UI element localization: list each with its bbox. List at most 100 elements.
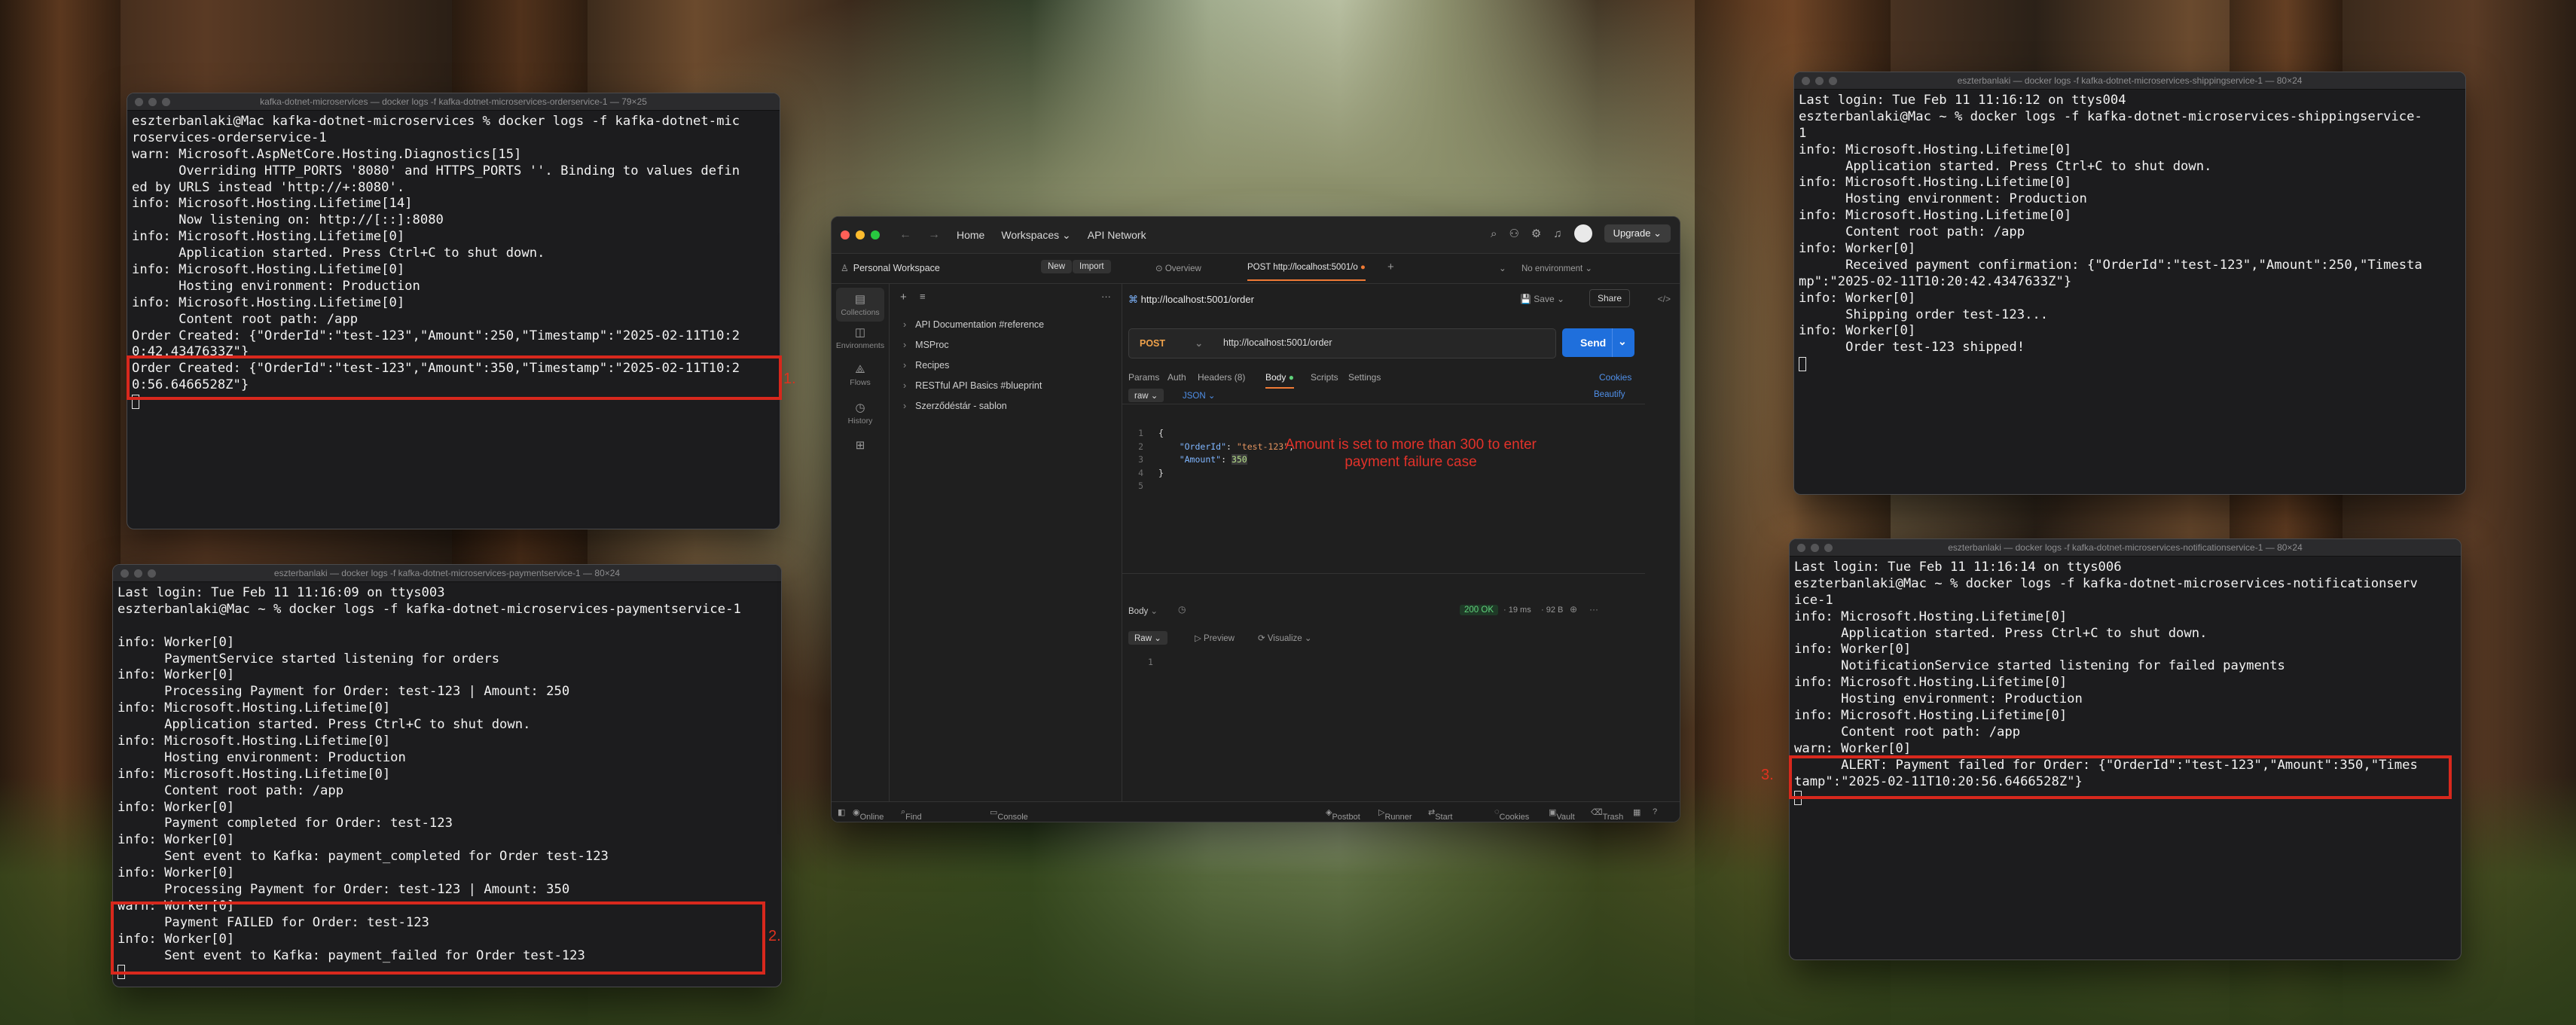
forward-icon[interactable]: →: [928, 228, 940, 242]
filter-icon[interactable]: ≡: [920, 291, 926, 302]
find-replace-button[interactable]: ⌕ Find and replace: [901, 807, 922, 822]
collection-item[interactable]: › API Documentation #reference: [903, 319, 1044, 330]
status-online[interactable]: ◉ Online: [853, 807, 884, 822]
terminal-title-bar[interactable]: eszterbanlaki — docker logs -f kafka-dot…: [1794, 72, 2465, 90]
terminal-title-bar[interactable]: eszterbanlaki — docker logs -f kafka-dot…: [1790, 539, 2461, 557]
tabs-dropdown-icon[interactable]: ⌄: [1499, 263, 1506, 273]
window-controls[interactable]: [121, 569, 156, 578]
rail-history[interactable]: ◷ History: [832, 401, 889, 426]
terminal-line: info: Microsoft.Hosting.Lifetime[0]: [132, 262, 405, 278]
preview-button[interactable]: ▷ Preview: [1195, 633, 1235, 643]
tab-request[interactable]: POST http://localhost:5001/o ●: [1247, 263, 1366, 281]
collections-tree: + ≡ ··· › API Documentation #reference › M…: [890, 283, 1122, 802]
terminal-line: info: Microsoft.Hosting.Lifetime[0]: [118, 734, 391, 749]
send-button[interactable]: Send ⌄: [1562, 328, 1634, 357]
raw-view-selector[interactable]: Raw ⌄: [1128, 631, 1167, 645]
proxy-button[interactable]: ⇄ Start Proxy: [1428, 807, 1452, 822]
terminal-line: Received payment confirmation: {"OrderId…: [1799, 257, 2422, 273]
body-mode-selector[interactable]: raw ⌄: [1128, 389, 1164, 402]
cookies-button[interactable]: ◌ Cookies: [1494, 807, 1529, 822]
tab-params[interactable]: Params: [1128, 372, 1159, 383]
postman-top-bar: ← → Home Workspaces ⌄ API Network ⌕ ⚇ ⚙ …: [832, 217, 1680, 254]
terminal-notification-service[interactable]: eszterbanlaki — docker logs -f kafka-dot…: [1789, 538, 2462, 960]
collection-item[interactable]: › RESTful API Basics #blueprint: [903, 380, 1042, 391]
window-controls[interactable]: [1797, 544, 1833, 552]
search-icon[interactable]: ⌕: [1491, 227, 1497, 240]
rail-environments[interactable]: ◫ Environments: [832, 325, 889, 350]
settings-icon[interactable]: ⚙: [1531, 227, 1541, 240]
method-selector[interactable]: POST ⌄: [1140, 337, 1203, 349]
rail-flows[interactable]: ⟁ Flows: [832, 363, 889, 387]
nav-workspaces[interactable]: Workspaces ⌄: [1001, 229, 1070, 242]
share-button[interactable]: Share: [1589, 289, 1631, 307]
tab-body[interactable]: Body ●: [1265, 372, 1294, 389]
tab-headers[interactable]: Headers (8): [1198, 372, 1245, 383]
notifications-icon[interactable]: ♫: [1553, 227, 1561, 240]
new-button[interactable]: New: [1041, 260, 1073, 273]
response-body-label[interactable]: Body ⌄: [1128, 606, 1158, 616]
nav-api-network[interactable]: API Network: [1088, 229, 1146, 241]
terminal-line: info: Microsoft.Hosting.Lifetime[14]: [132, 196, 413, 212]
terminal-line: info: Worker[0]: [1794, 642, 1912, 657]
terminal-line: info: Worker[0]: [118, 865, 235, 881]
sidebar-toggle-icon[interactable]: ◧: [838, 807, 845, 817]
body-language-selector[interactable]: JSON ⌄: [1183, 390, 1216, 401]
terminal-line: warn: Microsoft.AspNetCore.Hosting.Diagn…: [132, 146, 522, 162]
window-controls[interactable]: [135, 98, 170, 106]
avatar[interactable]: [1573, 224, 1592, 243]
terminal-order-service[interactable]: kafka-dotnet-microservices — docker logs…: [127, 93, 780, 529]
save-button[interactable]: 💾 Save ⌄: [1520, 294, 1564, 304]
rail-collections[interactable]: ▤ Collections: [836, 288, 884, 322]
tab-scripts[interactable]: Scripts: [1311, 372, 1338, 383]
more-icon[interactable]: ···: [1589, 604, 1598, 615]
postman-window[interactable]: ← → Home Workspaces ⌄ API Network ⌕ ⚇ ⚙ …: [831, 216, 1680, 822]
more-icon[interactable]: ···: [1101, 291, 1111, 302]
status-badge[interactable]: 200 OK: [1460, 605, 1498, 615]
layout-icon[interactable]: ▦: [1633, 807, 1641, 817]
window-controls[interactable]: [1802, 77, 1837, 85]
terminal-output[interactable]: Last login: Tue Feb 11 11:16:12 on ttys0…: [1794, 90, 2465, 376]
environment-selector[interactable]: No environment ⌄: [1521, 263, 1592, 273]
terminal-line: Last login: Tue Feb 11 11:16:12 on ttys0…: [1799, 93, 2126, 108]
collection-item[interactable]: › MSProc: [903, 340, 949, 350]
upgrade-button[interactable]: Upgrade ⌄: [1604, 224, 1671, 243]
side-panel-toggle-icon[interactable]: </>: [1658, 294, 1671, 304]
terminal-shipping-service[interactable]: eszterbanlaki — docker logs -f kafka-dot…: [1793, 72, 2466, 495]
terminal-line: Shipping order test-123...: [1799, 307, 2049, 322]
tab-settings[interactable]: Settings: [1348, 372, 1381, 383]
url-input[interactable]: http://localhost:5001/order: [1223, 337, 1332, 348]
runner-button[interactable]: ▷ Runner: [1378, 807, 1412, 822]
workspace-name[interactable]: Personal Workspace: [853, 263, 940, 273]
nav-home[interactable]: Home: [957, 229, 984, 241]
rail-more[interactable]: ⊞: [832, 438, 889, 454]
terminal-title-bar[interactable]: eszterbanlaki — docker logs -f kafka-dot…: [113, 565, 781, 582]
vault-button[interactable]: ▣ Vault: [1549, 807, 1575, 822]
body-editor[interactable]: 12345 { "OrderId": "test-123", "Amount":…: [1122, 404, 1645, 574]
tab-auth[interactable]: Auth: [1167, 372, 1186, 383]
beautify-link[interactable]: Beautify: [1594, 390, 1625, 399]
invite-icon[interactable]: ⚇: [1509, 227, 1518, 240]
terminal-line: Order Created: {"OrderId":"test-123","Am…: [132, 328, 740, 343]
back-icon[interactable]: ←: [899, 228, 911, 242]
window-controls[interactable]: [841, 230, 880, 239]
terminal-title-bar[interactable]: kafka-dotnet-microservices — docker logs…: [127, 93, 780, 111]
cookies-link[interactable]: Cookies: [1599, 372, 1631, 383]
help-icon[interactable]: ?: [1653, 807, 1657, 816]
url-bar[interactable]: POST ⌄ http://localhost:5001/order: [1128, 328, 1556, 358]
trash-button[interactable]: ⌫ Trash: [1591, 807, 1623, 822]
collection-item[interactable]: › Recipes: [903, 360, 949, 371]
import-button[interactable]: Import: [1073, 260, 1111, 273]
highlight-box: [127, 355, 782, 400]
history-icon[interactable]: ◷: [1178, 604, 1186, 615]
postbot-button[interactable]: ◈ Postbot: [1326, 807, 1360, 822]
new-tab-button[interactable]: +: [1387, 261, 1394, 273]
chevron-right-icon: ›: [903, 380, 907, 391]
visualize-button[interactable]: ⟳ Visualize ⌄: [1258, 633, 1312, 643]
line-numbers: 12345: [1138, 428, 1143, 492]
tab-overview[interactable]: ⊙ Overview: [1155, 263, 1201, 273]
console-button[interactable]: ▭ Console: [990, 807, 1028, 822]
collection-item[interactable]: › Szerződéstár - sablon: [903, 401, 1007, 411]
add-icon[interactable]: +: [900, 291, 907, 304]
terminal-line: eszterbanlaki@Mac kafka-dotnet-microserv…: [132, 114, 740, 129]
globe-icon[interactable]: ⊕: [1570, 604, 1577, 615]
